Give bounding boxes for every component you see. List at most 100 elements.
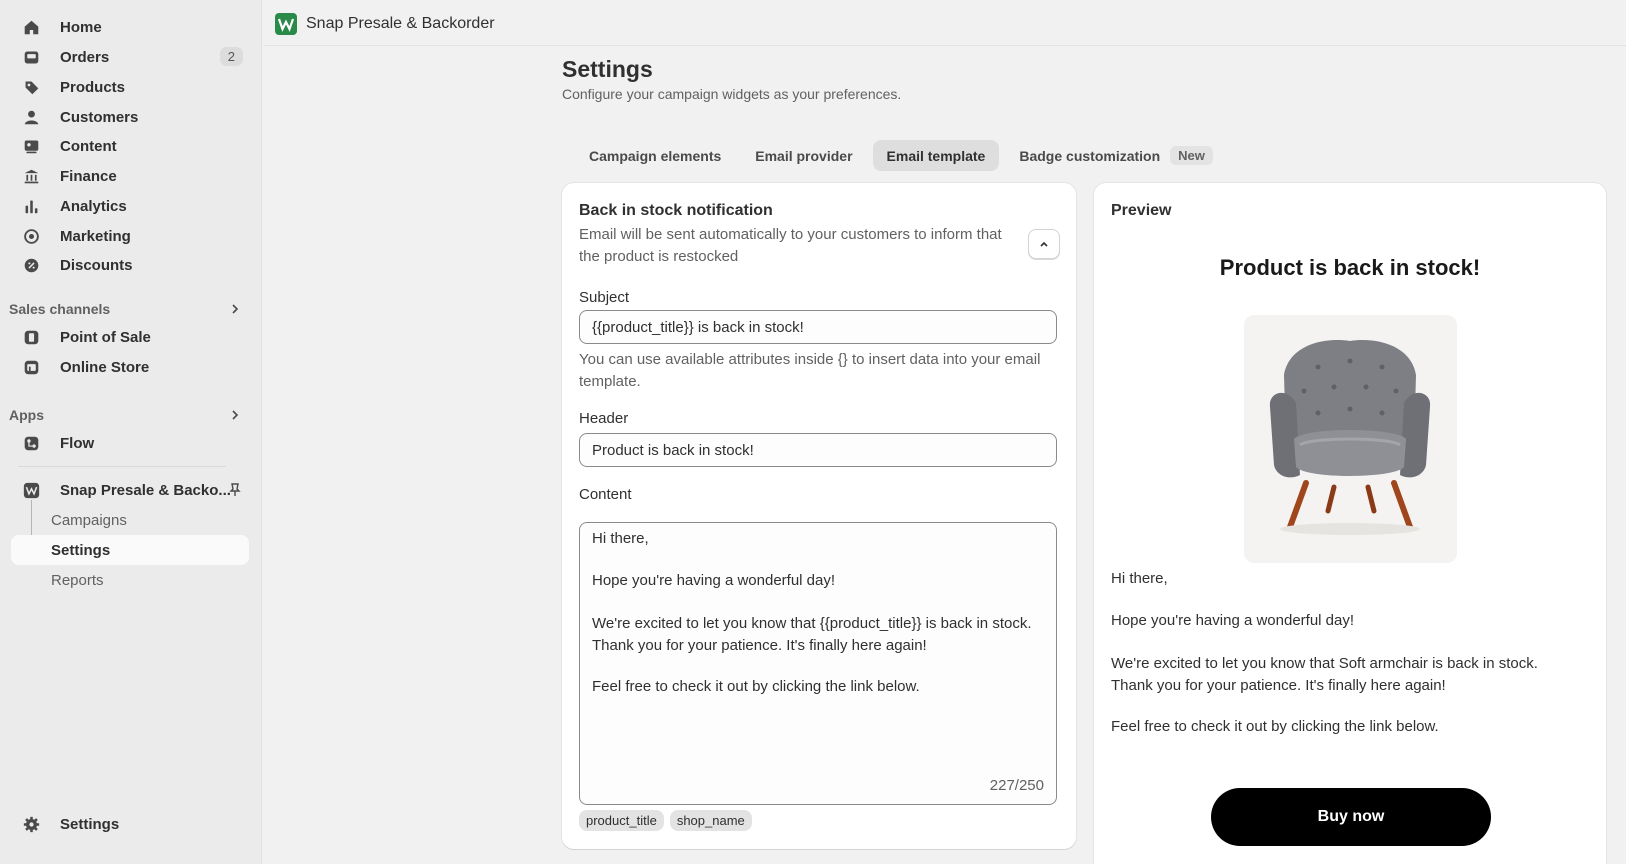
sidebar-item-products[interactable]: Products [11,72,249,102]
sidebar-subitem-settings[interactable]: Settings [11,535,249,565]
bank-icon [22,167,40,185]
sidebar-item-label: Content [60,137,117,155]
attribute-chips: product_title shop_name [579,810,752,831]
sidebar-item-content[interactable]: Content [11,131,249,161]
buy-now-button[interactable]: Buy now [1211,788,1491,846]
tab-campaign-elements[interactable]: Campaign elements [575,140,735,171]
preview-line: Feel free to check it out by clicking th… [1111,718,1439,735]
attribute-chip-product-title[interactable]: product_title [579,810,664,831]
sidebar-item-label: Snap Presale & Backo... [60,481,231,499]
flow-icon [22,434,40,452]
chevron-right-icon[interactable] [228,302,242,316]
target-icon [22,227,40,245]
sidebar: Home Orders 2 Products Customers Content… [0,0,262,864]
tab-label: Email template [886,147,986,164]
subject-value: {{product_title}} is back in stock! [592,318,804,336]
form-description: Email will be sent automatically to your… [579,226,1002,265]
tab-email-template[interactable]: Email template [872,140,1000,171]
sidebar-item-label: Products [60,78,126,96]
preview-title: Preview [1111,202,1172,219]
sidebar-item-label: Flow [60,434,95,452]
sidebar-subitem-campaigns[interactable]: Campaigns [11,505,249,535]
page-title: Settings [562,56,653,82]
email-template-form-card: Back in stock notification Email will be… [562,183,1076,849]
home-icon [22,18,40,36]
sales-channels-heading: Sales channels [9,301,111,317]
sidebar-item-label: Home [60,18,102,36]
email-preview-card: Preview Product is back in stock! Hi the… [1094,183,1606,864]
sidebar-item-label: Online Store [60,358,150,376]
sidebar-divider [18,466,226,467]
new-badge: New [1170,146,1213,165]
attribute-chip-shop-name[interactable]: shop_name [669,810,752,831]
content-label: Content [579,486,632,503]
sidebar-item-analytics[interactable]: Analytics [11,191,249,221]
sidebar-subitem-reports[interactable]: Reports [11,565,249,595]
tab-email-provider[interactable]: Email provider [741,140,866,171]
apps-heading: Apps [9,407,44,423]
tab-badge-customization[interactable]: Badge customization New [1005,140,1227,171]
sidebar-item-home[interactable]: Home [11,12,249,42]
inbox-icon [22,48,40,66]
subject-help-text: You can use available attributes inside … [579,351,1041,390]
preview-heading: Product is back in stock! [1219,255,1481,280]
content-textarea[interactable]: Hi there, Hope you're having a wonderful… [579,522,1057,805]
gear-icon [22,815,40,833]
snap-app-logo-icon [22,481,40,499]
armchair-image [1269,340,1431,535]
chevron-right-icon[interactable] [228,408,242,422]
sidebar-item-label: Finance [60,167,117,185]
sidebar-item-settings[interactable]: Settings [11,809,249,839]
tab-label: Badge customization [1019,147,1161,164]
tab-label: Campaign elements [589,147,722,164]
content-line: Hope you're having a wonderful day! [592,572,836,589]
sidebar-item-discounts[interactable]: Discounts [11,250,249,280]
product-image [1244,315,1457,563]
sidebar-item-online-store[interactable]: Online Store [11,352,249,382]
sidebar-item-snap-app[interactable]: Snap Presale & Backo... [11,475,249,505]
preview-line: Hi there, [1111,570,1168,587]
character-count: 227/250 [989,777,1044,794]
app-logo-icon [275,13,297,35]
form-title: Back in stock notification [579,202,773,219]
chevron-up-icon [1040,241,1048,247]
header-label: Header [579,410,629,427]
settings-tabs: Campaign elements Email provider Email t… [575,140,1227,171]
sidebar-item-orders[interactable]: Orders 2 [11,42,249,72]
tag-icon [22,78,40,96]
sidebar-item-label: Customers [60,108,139,126]
header-value: Product is back in stock! [592,441,754,459]
header-input[interactable]: Product is back in stock! [579,433,1057,467]
subject-label: Subject [579,289,630,306]
sidebar-item-label: Point of Sale [60,328,151,346]
app-header: Snap Presale & Backorder [263,0,1626,46]
sidebar-item-label: Orders [60,48,110,66]
content-line: Feel free to check it out by clicking th… [592,678,920,695]
content-line: Hi there, [592,530,649,547]
image-icon [22,137,40,155]
tab-label: Email provider [755,147,853,164]
page-subtitle: Configure your campaign widgets as your … [562,86,902,102]
collapse-button[interactable] [1028,229,1060,259]
app-title: Snap Presale & Backorder [306,15,495,32]
subject-input[interactable]: {{product_title}} is back in stock! [579,310,1057,344]
sidebar-item-marketing[interactable]: Marketing [11,221,249,251]
store-icon [22,358,40,376]
person-icon [22,108,40,126]
preview-line: Hope you're having a wonderful day! [1111,612,1355,629]
sidebar-item-label: Marketing [60,227,131,245]
sidebar-item-finance[interactable]: Finance [11,161,249,191]
discount-icon [22,256,40,274]
pin-icon[interactable] [227,482,243,498]
pos-icon [22,328,40,346]
sidebar-item-point-of-sale[interactable]: Point of Sale [11,322,249,352]
sidebar-item-flow[interactable]: Flow [11,428,249,458]
orders-count-badge: 2 [219,47,243,66]
preview-line: We're excited to let you know that Soft … [1111,655,1538,694]
content-line: We're excited to let you know that {{pro… [592,615,1032,654]
sidebar-item-label: Discounts [60,256,133,274]
bar-chart-icon [22,197,40,215]
buy-now-label: Buy now [1317,808,1385,825]
sidebar-item-label: Analytics [60,197,127,215]
sidebar-item-customers[interactable]: Customers [11,102,249,132]
